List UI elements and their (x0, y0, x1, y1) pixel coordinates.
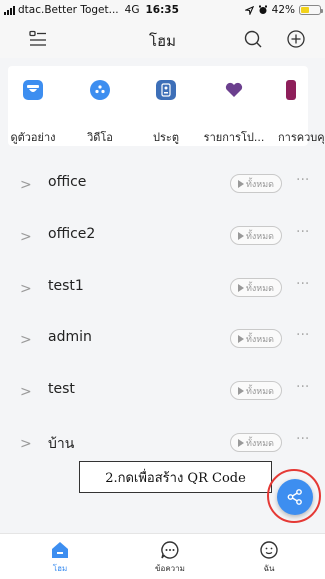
chevron-right-icon[interactable]: > (20, 384, 32, 400)
device-group-name: office (48, 174, 87, 190)
home-icon (52, 542, 68, 558)
view-all-label: ทั้งหมด (245, 334, 275, 345)
device-group-name: admin (48, 329, 92, 345)
view-all-label: ทั้งหมด (245, 386, 275, 397)
list-item[interactable]: > office ทั้งหมด ··· (0, 160, 325, 210)
chevron-right-icon[interactable]: > (20, 332, 32, 348)
play-icon (237, 386, 244, 395)
more-icon[interactable]: ··· (296, 224, 309, 240)
view-all-button[interactable]: ทั้งหมด (230, 226, 282, 245)
battery-percent: 42% (271, 4, 295, 16)
battery-icon (299, 5, 323, 15)
alarm-icon (258, 5, 267, 14)
heart-icon (224, 80, 244, 100)
control-icon (286, 80, 296, 100)
view-all-label: ทั้งหมด (245, 179, 275, 190)
view-all-button[interactable]: ทั้งหมด (230, 174, 282, 193)
quick-action-door[interactable]: ประตู (136, 66, 196, 146)
device-group-name: test (48, 381, 75, 397)
location-icon (244, 5, 254, 15)
quick-action-preview[interactable]: ดูตัวอย่าง (6, 66, 58, 146)
more-icon[interactable]: ··· (296, 327, 309, 343)
view-all-button[interactable]: ทั้งหมด (230, 381, 282, 400)
play-icon (237, 334, 244, 343)
quick-action-control[interactable]: การควบคุ (272, 66, 325, 146)
message-icon (161, 541, 179, 559)
chevron-right-icon[interactable]: > (20, 177, 32, 193)
quick-action-label: วิดีโอ (87, 131, 113, 144)
carrier-name: dtac.Better Toget... (18, 4, 119, 16)
list-item[interactable]: > test ทั้งหมด ··· (0, 367, 325, 417)
quick-action-label: ประตู (153, 131, 179, 144)
tab-messages[interactable]: ข้อความ (135, 540, 205, 575)
tab-label: ฉัน (263, 564, 275, 573)
list-item[interactable]: > office2 ทั้งหมด ··· (0, 212, 325, 262)
device-group-name: office2 (48, 226, 96, 242)
app-header: โฮม (0, 20, 325, 58)
quick-action-label: การควบคุ (278, 131, 325, 144)
play-icon (237, 438, 244, 447)
view-all-button[interactable]: ทั้งหมด (230, 278, 282, 297)
view-all-label: ทั้งหมด (245, 231, 275, 242)
chevron-right-icon[interactable]: > (20, 436, 32, 452)
quick-action-label: ดูตัวอย่าง (10, 131, 56, 144)
chevron-right-icon[interactable]: > (20, 281, 32, 297)
signal-icon (4, 5, 15, 15)
play-icon (237, 179, 244, 188)
more-icon[interactable]: ··· (296, 431, 309, 447)
quick-actions-bar: ดูตัวอย่าง วิดีโอ ประตู รายการโป... การค… (0, 58, 325, 154)
more-icon[interactable]: ··· (296, 379, 309, 395)
chevron-right-icon[interactable]: > (20, 229, 32, 245)
view-all-button[interactable]: ทั้งหมด (230, 329, 282, 348)
share-qr-button[interactable] (277, 479, 313, 515)
status-bar: dtac.Better Toget... 4G 16:35 42% (0, 0, 325, 20)
tab-label: ข้อความ (155, 564, 185, 573)
view-all-label: ทั้งหมด (245, 438, 275, 449)
page-title: โฮม (148, 32, 177, 50)
device-group-name: test1 (48, 278, 84, 294)
tab-profile[interactable]: ฉัน (234, 540, 304, 575)
device-group-name: บ้าน (48, 436, 75, 452)
tab-label: โฮม (52, 564, 68, 573)
quick-action-video[interactable]: วิดีโอ (70, 66, 130, 146)
play-icon (237, 231, 244, 240)
list-item[interactable]: > test1 ทั้งหมด ··· (0, 264, 325, 314)
more-icon[interactable]: ··· (296, 172, 309, 188)
network-type: 4G (124, 4, 140, 16)
view-all-label: ทั้งหมด (245, 283, 275, 294)
more-icon[interactable]: ··· (296, 276, 309, 292)
door-icon (156, 80, 176, 100)
camera-icon (23, 80, 43, 100)
view-all-button[interactable]: ทั้งหมด (230, 433, 282, 452)
instruction-callout: 2.กดเพื่อสร้าง QR Code (79, 461, 272, 493)
list-item[interactable]: > admin ทั้งหมด ··· (0, 315, 325, 365)
tab-home[interactable]: โฮม (25, 540, 95, 575)
share-icon (287, 489, 302, 505)
play-icon (237, 283, 244, 292)
add-circle-icon[interactable] (286, 29, 306, 49)
profile-icon (260, 541, 278, 559)
quick-action-label: รายการโป... (203, 131, 265, 144)
quick-action-favorites[interactable]: รายการโป... (203, 66, 265, 146)
video-icon (90, 80, 110, 100)
search-icon[interactable] (243, 29, 263, 49)
tab-bar: โฮม ข้อความ ฉัน (0, 533, 325, 579)
clock: 16:35 (145, 4, 179, 16)
